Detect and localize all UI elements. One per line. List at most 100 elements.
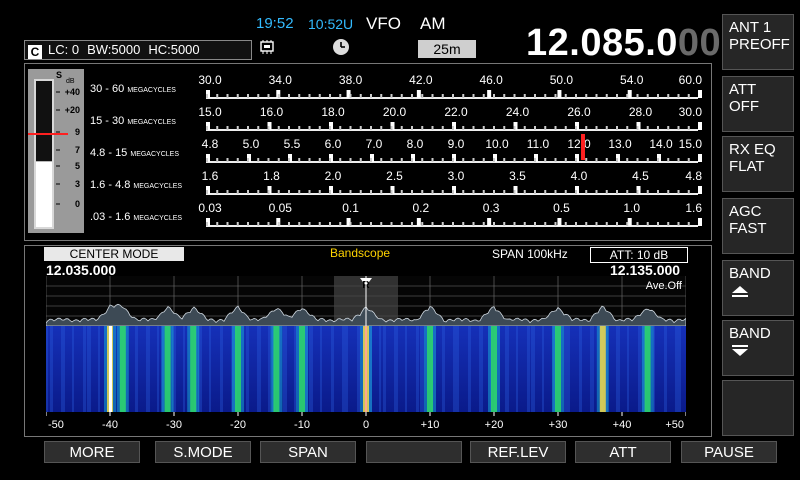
band-range-label: 15 - 30 MEGACYCLES	[90, 115, 176, 127]
s-mode-button[interactable]: S.MODE	[155, 441, 251, 463]
band-tick	[557, 90, 562, 98]
scope-axis-label: -30	[166, 419, 182, 431]
vfo-label[interactable]: VFO	[366, 14, 401, 34]
band-tick-label: 4.0	[571, 169, 588, 183]
scope-axis-label: +50	[665, 419, 684, 431]
rx-eq-button[interactable]: RX EQ FLAT	[722, 136, 794, 192]
band-tick-label: 50.0	[550, 73, 574, 87]
c-badge: C	[28, 45, 42, 59]
ref-lev-button[interactable]: REF.LEV	[470, 441, 566, 463]
band-tick-label: 30.0	[198, 73, 222, 87]
mode-label[interactable]: AM	[420, 14, 446, 34]
band-tick-label: 1.0	[623, 201, 640, 215]
band-tick-label: 12.0	[567, 137, 591, 151]
clock-icon	[333, 39, 349, 55]
blank-button[interactable]	[366, 441, 462, 463]
band-tick-label: 1.6	[685, 201, 702, 215]
band-tick-label: 54.0	[620, 73, 644, 87]
scope-att-label: ATT: 10 dB	[590, 247, 688, 263]
band-tick-label: 13.0	[608, 137, 632, 151]
side-button-label: AGC	[729, 203, 762, 220]
scope-axis-label: 0	[363, 419, 369, 431]
s-meter-mark: 5	[75, 161, 80, 171]
band-tick-label: 11.0	[527, 137, 550, 151]
bandscope-title: Bandscope	[330, 246, 391, 260]
arrow-up-icon	[732, 286, 748, 297]
local-time: 19:52	[256, 15, 294, 32]
average-label: Ave.Off	[646, 280, 683, 292]
lc-value: LC: 0	[48, 42, 80, 57]
band-tick-label: 1.6	[202, 169, 219, 183]
band-tick	[698, 186, 702, 194]
scope-axis-label: +30	[549, 419, 568, 431]
scope-axis-label: -50	[48, 419, 64, 431]
band-tick-label: 7.0	[366, 137, 383, 151]
s-meter: S dB +40 +20 9 7 5 3 0	[28, 69, 84, 233]
filter-status-bar: C LC: 0 BW:5000 HC:5000	[24, 40, 252, 60]
band-range-label: 1.6 - 4.8 MEGACYCLES	[90, 179, 182, 191]
att-button[interactable]: ATT OFF	[722, 76, 794, 132]
ant-preamp-button[interactable]: ANT 1 PREOFF	[722, 14, 794, 70]
band-range-label: .03 - 1.6 MEGACYCLES	[90, 211, 182, 223]
agc-button[interactable]: AGC FAST	[722, 198, 794, 254]
att-soft-button[interactable]: ATT	[575, 441, 671, 463]
band-tick-label: 9.0	[448, 137, 465, 151]
band-scales: 30 - 60 MEGACYCLES 30.0 34.0 38.0 42.0 46.0 50…	[90, 73, 703, 227]
band-tick	[698, 154, 702, 162]
band-tick-label: 26.0	[567, 105, 591, 119]
blank-side-button[interactable]	[722, 380, 794, 436]
band-tick-label: 20.0	[383, 105, 407, 119]
band-tick-label: 15.0	[198, 105, 222, 119]
spectrum-waterfall[interactable]: Ave.Off -50 -40 -30 -20 -10 0 +10 +20 +30 +40 +50 …	[46, 276, 686, 436]
band-up-button[interactable]: BAND	[722, 260, 794, 316]
s-meter-fill	[36, 161, 52, 227]
s-meter-mark: 3	[75, 179, 80, 189]
side-button-label: ANT 1	[729, 19, 772, 36]
band-tick-label: 0.03	[198, 201, 222, 215]
band-tick-label: 0.05	[269, 201, 293, 215]
band-tick-label: 1.8	[263, 169, 280, 183]
band-tick-label: 24.0	[506, 105, 530, 119]
band-tick-label: 2.5	[386, 169, 403, 183]
side-button-label: BAND	[729, 265, 771, 282]
band-tick-label: 30.0	[679, 105, 703, 119]
band-tick	[698, 218, 702, 226]
band-tick-label: 3.5	[509, 169, 526, 183]
band-tick-label: 6.0	[325, 137, 342, 151]
scope-axis-label: +10	[421, 419, 440, 431]
band-tick-label: 0.2	[413, 201, 430, 215]
s-meter-mark: 9	[75, 127, 80, 137]
more-button[interactable]: MORE	[44, 441, 140, 463]
band-tick-label: 2.0	[325, 169, 342, 183]
scope-axis-label: -20	[230, 419, 246, 431]
side-button-value: OFF	[729, 98, 759, 115]
band-tick-label: 18.0	[321, 105, 345, 119]
band-tick-label: 4.8	[685, 169, 702, 183]
band-range-label: 30 - 60 MEGACYCLES	[90, 83, 176, 95]
dial-pointer	[581, 134, 585, 160]
band-tick	[698, 122, 702, 130]
band-badge: 25m	[418, 40, 476, 58]
band-tick-label: 16.0	[260, 105, 284, 119]
band-tick-label: 0.3	[483, 201, 500, 215]
memory-chip-icon	[260, 40, 274, 54]
band-tick-label: 14.0	[649, 137, 673, 151]
band-tick-label: 60.0	[679, 73, 703, 87]
hc-value: HC:5000	[148, 42, 200, 57]
frequency-dim-digits: 00	[677, 22, 722, 64]
band-tick	[416, 218, 421, 226]
pause-button[interactable]: PAUSE	[681, 441, 777, 463]
s-meter-s-label: S	[56, 70, 62, 80]
s-meter-db-label: dB	[66, 78, 75, 85]
frequency-display[interactable]: 12.085.000	[526, 22, 721, 65]
s-meter-mark: +40	[65, 87, 80, 97]
band-down-button[interactable]: BAND	[722, 320, 794, 376]
band-tick	[487, 90, 492, 98]
band-tick-label: 4.8	[202, 137, 219, 151]
band-tick-label: 3.0	[448, 169, 465, 183]
side-button-label: ATT	[729, 81, 757, 98]
scope-axis-label: +20	[485, 419, 504, 431]
s-meter-mark: 7	[75, 145, 80, 155]
band-tick-label: 0.5	[553, 201, 570, 215]
span-button[interactable]: SPAN	[260, 441, 356, 463]
